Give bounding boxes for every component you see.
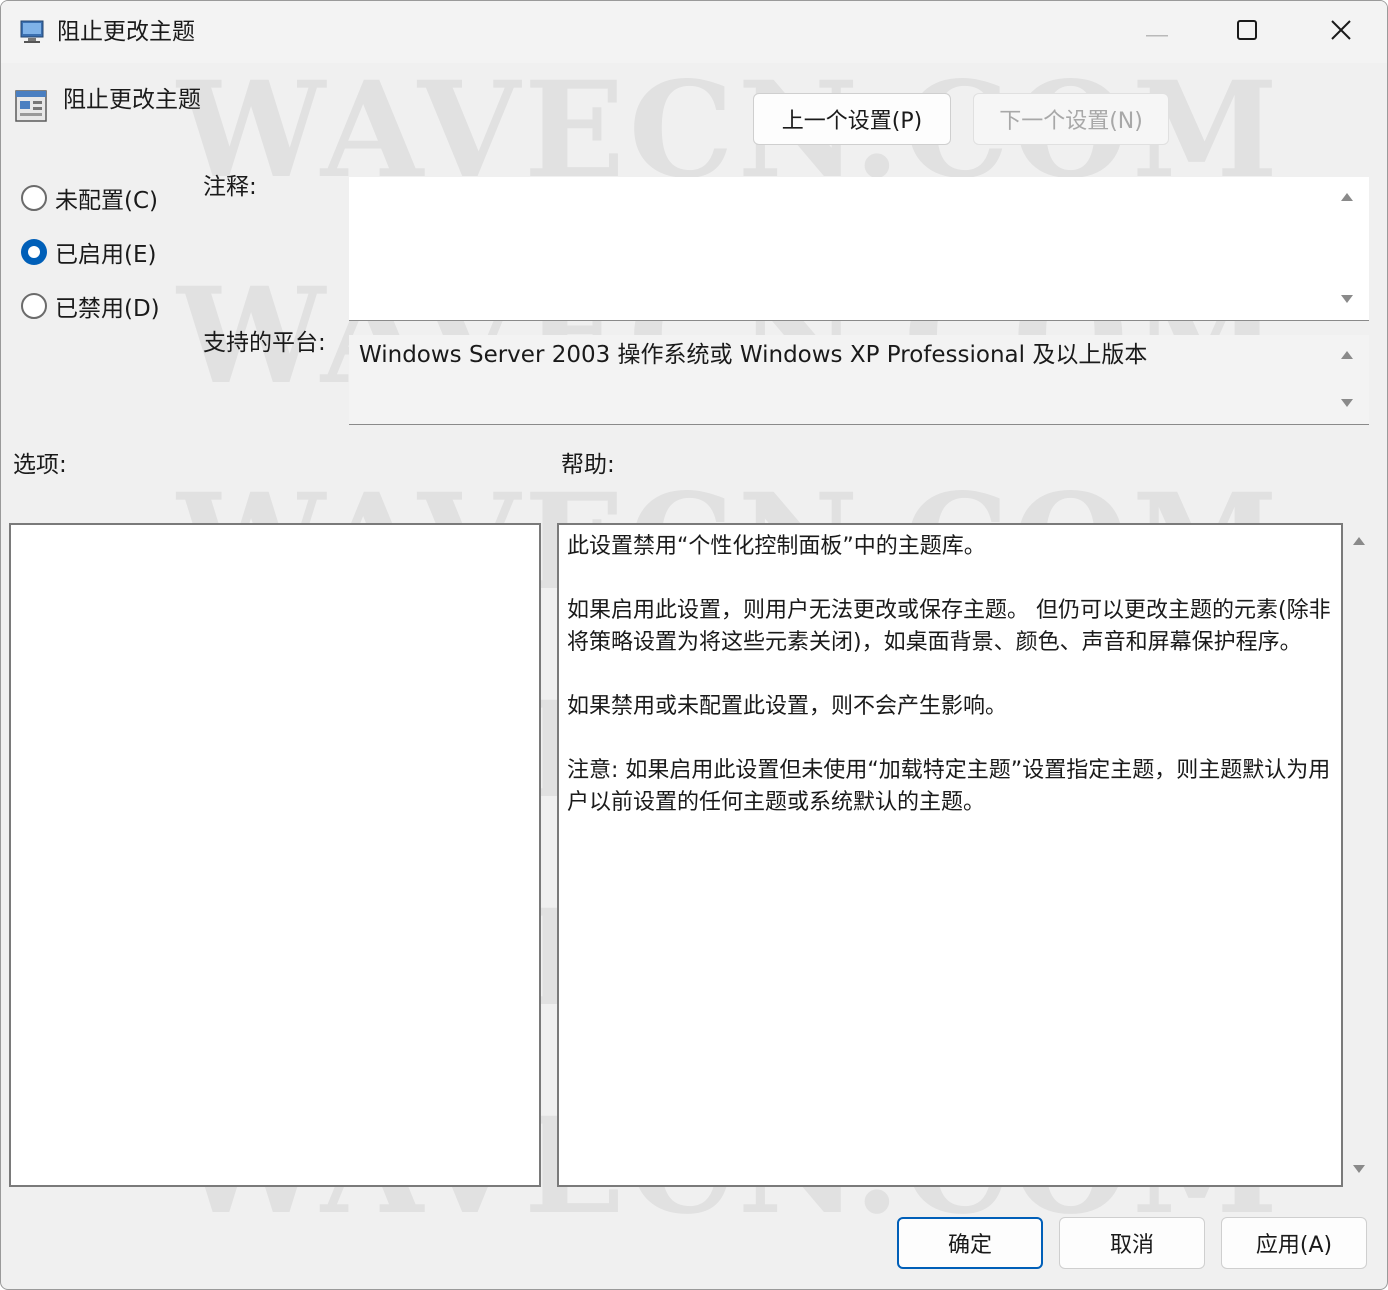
- help-paragraph: 如果启用此设置，则用户无法更改或保存主题。 但仍可以更改主题的元素(除非将策略设…: [567, 598, 1331, 655]
- scroll-up-icon[interactable]: [1341, 193, 1353, 201]
- previous-setting-button[interactable]: 上一个设置(P): [753, 93, 951, 145]
- help-scroll-down-icon[interactable]: [1353, 1165, 1365, 1173]
- help-panel: 此设置禁用“个性化控制面板”中的主题库。 如果启用此设置，则用户无法更改或保存主…: [557, 523, 1343, 1187]
- maximize-icon: [1236, 19, 1258, 45]
- platform-value: Windows Server 2003 操作系统或 Windows XP Pro…: [359, 342, 1148, 368]
- policy-name: 阻止更改主题: [63, 87, 201, 113]
- minimize-icon: [1146, 23, 1168, 42]
- help-label: 帮助:: [561, 452, 615, 478]
- radio-dot-selected: [21, 239, 47, 265]
- ok-button[interactable]: 确定: [897, 1217, 1043, 1269]
- radio-disabled[interactable]: 已禁用(D): [21, 289, 160, 323]
- comment-textarea[interactable]: [349, 177, 1369, 321]
- radio-not-configured[interactable]: 未配置(C): [21, 181, 158, 215]
- help-paragraph: 如果禁用或未配置此设置，则不会产生影响。: [567, 694, 1008, 719]
- radio-dot: [21, 293, 47, 319]
- close-icon: [1330, 19, 1352, 45]
- radio-enabled[interactable]: 已启用(E): [21, 235, 156, 269]
- help-paragraph: 此设置禁用“个性化控制面板”中的主题库。: [567, 534, 986, 559]
- radio-label: 未配置(C): [55, 188, 159, 214]
- help-scroll-up-icon[interactable]: [1353, 537, 1365, 545]
- window-title: 阻止更改主题: [57, 19, 195, 45]
- minimize-button[interactable]: [1111, 1, 1203, 63]
- policy-setting-icon: [15, 87, 47, 123]
- radio-label: 已禁用(D): [55, 296, 160, 322]
- radio-dot: [21, 185, 47, 211]
- options-label: 选项:: [13, 452, 67, 478]
- group-policy-icon: [19, 19, 47, 45]
- platform-field: Windows Server 2003 操作系统或 Windows XP Pro…: [349, 335, 1369, 425]
- platform-label: 支持的平台:: [203, 330, 326, 356]
- scroll-down-icon[interactable]: [1341, 399, 1353, 407]
- cancel-button[interactable]: 取消: [1059, 1217, 1205, 1269]
- apply-button[interactable]: 应用(A): [1221, 1217, 1367, 1269]
- radio-label: 已启用(E): [55, 242, 157, 268]
- help-paragraph: 注意: 如果启用此设置但未使用“加载特定主题”设置指定主题，则主题默认为用户以前…: [567, 758, 1331, 815]
- next-setting-button[interactable]: 下一个设置(N): [973, 93, 1169, 145]
- scroll-up-icon[interactable]: [1341, 351, 1353, 359]
- options-panel: [9, 523, 541, 1187]
- scroll-down-icon[interactable]: [1341, 295, 1353, 303]
- title-bar: 阻止更改主题: [1, 1, 1387, 63]
- comment-label: 注释:: [203, 174, 257, 200]
- policy-dialog: WAVECN.COM WAVECN.COM WAVECN.COM WAVECN.…: [0, 0, 1388, 1290]
- maximize-button[interactable]: [1201, 1, 1293, 63]
- close-button[interactable]: [1295, 1, 1387, 63]
